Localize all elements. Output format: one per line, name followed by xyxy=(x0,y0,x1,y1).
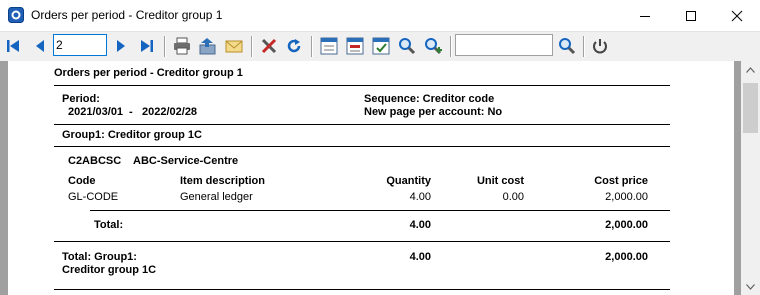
group-header: Group1: Creditor group 1C xyxy=(62,129,202,141)
search-input[interactable] xyxy=(455,34,553,56)
tools-button[interactable] xyxy=(259,36,279,56)
scroll-down-button[interactable] xyxy=(741,278,760,295)
print-button[interactable] xyxy=(172,36,192,56)
report-viewer: Orders per period - Creditor group 1 Per… xyxy=(0,61,741,295)
divider xyxy=(54,241,670,242)
close-button[interactable] xyxy=(714,0,760,31)
total-label: Total: xyxy=(94,219,124,231)
tools-icon xyxy=(261,38,277,54)
previous-page-button[interactable] xyxy=(30,36,50,56)
total-cost-price: 2,000.00 xyxy=(605,219,648,231)
stop-icon xyxy=(593,39,607,54)
group-total-quantity: 4.00 xyxy=(409,251,431,263)
chevron-down-icon xyxy=(746,283,755,290)
search-icon xyxy=(559,38,576,55)
toolbar-separator xyxy=(164,36,166,57)
toolbar-separator xyxy=(311,36,313,57)
minimize-icon xyxy=(640,15,650,17)
period-to: 2022/02/28 xyxy=(142,106,198,118)
app-icon xyxy=(8,7,24,23)
minimize-button[interactable] xyxy=(622,0,668,31)
total-quantity: 4.00 xyxy=(409,219,431,231)
last-page-icon xyxy=(141,40,153,52)
zoom-button[interactable] xyxy=(397,36,417,56)
row-quantity: 4.00 xyxy=(409,191,431,203)
zoom-in-icon xyxy=(425,38,442,55)
row-cost-price: 2,000.00 xyxy=(605,191,648,203)
column-header-cost-price: Cost price xyxy=(594,175,648,187)
divider xyxy=(90,210,670,211)
report-title: Orders per period - Creditor group 1 xyxy=(54,67,243,79)
row-code: GL-CODE xyxy=(68,191,119,203)
divider xyxy=(54,124,670,125)
divider xyxy=(54,85,670,86)
row-description: General ledger xyxy=(180,191,253,203)
group-total-cost-price: 2,000.00 xyxy=(605,251,648,263)
first-page-button[interactable] xyxy=(3,36,23,56)
group-total-label: Total: Group1: xyxy=(62,251,137,263)
scroll-up-button[interactable] xyxy=(741,61,760,78)
divider xyxy=(54,289,670,290)
email-button[interactable] xyxy=(224,36,244,56)
sequence-text: Sequence: Creditor code xyxy=(364,93,495,105)
period-label: Period: xyxy=(62,93,100,105)
chevron-up-icon xyxy=(746,66,755,73)
column-header-description: Item description xyxy=(180,175,265,187)
export-button[interactable] xyxy=(198,36,218,56)
report-page: Orders per period - Creditor group 1 Per… xyxy=(8,61,734,295)
next-page-icon xyxy=(117,40,125,52)
toolbar: 2 xyxy=(0,31,760,62)
creditor-name: ABC-Service-Centre xyxy=(133,155,239,167)
maximize-button[interactable] xyxy=(668,0,714,31)
vertical-scrollbar[interactable] xyxy=(741,61,760,295)
search-button[interactable] xyxy=(557,36,577,56)
maximize-icon xyxy=(686,10,696,21)
layout-1-button[interactable] xyxy=(319,36,339,56)
refresh-button[interactable] xyxy=(284,36,304,56)
toolbar-separator xyxy=(583,36,585,57)
period-from: 2021/03/01 xyxy=(68,106,124,118)
creditor-code: C2ABCSC xyxy=(68,155,122,167)
column-header-code: Code xyxy=(68,175,96,187)
column-header-unit-cost: Unit cost xyxy=(476,175,524,187)
last-page-button[interactable] xyxy=(137,36,157,56)
zoom-icon xyxy=(399,38,416,55)
period-dash: - xyxy=(129,106,133,118)
page-number-input[interactable]: 2 xyxy=(53,34,107,56)
title-bar: Orders per period - Creditor group 1 xyxy=(0,0,760,31)
window-title: Orders per period - Creditor group 1 xyxy=(31,8,223,22)
new-page-text: New page per account: No xyxy=(364,106,503,118)
export-icon xyxy=(199,38,216,55)
group-total-name: Creditor group 1C xyxy=(62,264,157,276)
close-icon xyxy=(731,10,743,21)
refresh-icon xyxy=(287,39,301,53)
toolbar-separator xyxy=(251,36,253,57)
zoom-in-button[interactable] xyxy=(423,36,443,56)
stop-button[interactable] xyxy=(590,36,610,56)
layout-3-button[interactable] xyxy=(371,36,391,56)
print-icon xyxy=(174,37,190,55)
layout-2-button[interactable] xyxy=(345,36,365,56)
layout-1-icon xyxy=(320,37,338,55)
column-header-quantity: Quantity xyxy=(386,175,431,187)
toolbar-separator xyxy=(450,36,452,57)
previous-page-icon xyxy=(36,40,44,52)
layout-3-icon xyxy=(372,37,390,55)
first-page-icon xyxy=(7,40,19,52)
divider xyxy=(54,146,670,147)
row-unit-cost: 0.00 xyxy=(502,191,524,203)
scroll-thumb[interactable] xyxy=(743,83,758,133)
layout-2-icon xyxy=(346,37,364,55)
email-icon xyxy=(225,40,243,53)
next-page-button[interactable] xyxy=(111,36,131,56)
